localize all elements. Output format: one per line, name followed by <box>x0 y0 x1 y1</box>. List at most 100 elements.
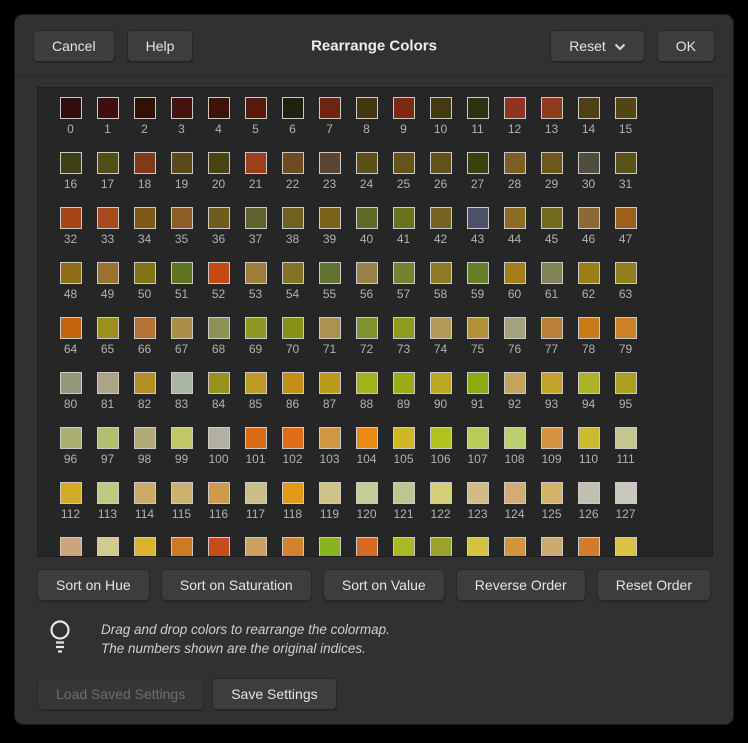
color-swatch[interactable] <box>467 482 489 504</box>
color-swatch[interactable] <box>208 262 230 284</box>
palette-cell[interactable] <box>311 537 348 557</box>
color-swatch[interactable] <box>245 317 267 339</box>
color-swatch[interactable] <box>319 317 341 339</box>
color-swatch[interactable] <box>134 537 156 557</box>
palette-cell[interactable]: 93 <box>533 372 570 427</box>
color-swatch[interactable] <box>578 207 600 229</box>
palette-cell[interactable]: 88 <box>348 372 385 427</box>
color-swatch[interactable] <box>171 262 193 284</box>
color-swatch[interactable] <box>60 97 82 119</box>
palette-cell[interactable]: 109 <box>533 427 570 482</box>
color-swatch[interactable] <box>60 482 82 504</box>
palette-cell[interactable]: 115 <box>163 482 200 537</box>
color-swatch[interactable] <box>282 372 304 394</box>
palette-cell[interactable]: 10 <box>422 97 459 152</box>
palette-cell[interactable]: 102 <box>274 427 311 482</box>
color-swatch[interactable] <box>541 537 563 557</box>
palette-cell[interactable]: 106 <box>422 427 459 482</box>
palette-cell[interactable]: 126 <box>570 482 607 537</box>
load-saved-settings-button[interactable]: Load Saved Settings <box>37 678 204 710</box>
palette-cell[interactable]: 33 <box>89 207 126 262</box>
palette-cell[interactable]: 34 <box>126 207 163 262</box>
color-swatch[interactable] <box>208 97 230 119</box>
sort-on-value-button[interactable]: Sort on Value <box>323 569 445 601</box>
color-swatch[interactable] <box>97 262 119 284</box>
color-swatch[interactable] <box>430 317 452 339</box>
color-swatch[interactable] <box>134 262 156 284</box>
color-swatch[interactable] <box>60 262 82 284</box>
palette-cell[interactable]: 11 <box>459 97 496 152</box>
palette-cell[interactable] <box>200 537 237 557</box>
color-swatch[interactable] <box>541 482 563 504</box>
palette-cell[interactable]: 124 <box>496 482 533 537</box>
color-swatch[interactable] <box>393 427 415 449</box>
palette-cell[interactable]: 63 <box>607 262 644 317</box>
palette-cell[interactable]: 58 <box>422 262 459 317</box>
palette-cell[interactable]: 23 <box>311 152 348 207</box>
palette-cell[interactable]: 37 <box>237 207 274 262</box>
palette-cell[interactable]: 51 <box>163 262 200 317</box>
color-swatch[interactable] <box>208 482 230 504</box>
palette-cell[interactable]: 60 <box>496 262 533 317</box>
palette-cell[interactable]: 114 <box>126 482 163 537</box>
color-swatch[interactable] <box>430 262 452 284</box>
palette-cell[interactable]: 69 <box>237 317 274 372</box>
color-swatch[interactable] <box>467 262 489 284</box>
color-swatch[interactable] <box>430 482 452 504</box>
palette-cell[interactable]: 21 <box>237 152 274 207</box>
palette-cell[interactable]: 127 <box>607 482 644 537</box>
palette-cell[interactable]: 39 <box>311 207 348 262</box>
palette-cell[interactable]: 105 <box>385 427 422 482</box>
color-swatch[interactable] <box>171 97 193 119</box>
palette-cell[interactable] <box>348 537 385 557</box>
palette-cell[interactable]: 77 <box>533 317 570 372</box>
palette-cell[interactable]: 54 <box>274 262 311 317</box>
color-swatch[interactable] <box>60 207 82 229</box>
palette-cell[interactable]: 40 <box>348 207 385 262</box>
sort-on-saturation-button[interactable]: Sort on Saturation <box>161 569 312 601</box>
color-swatch[interactable] <box>245 262 267 284</box>
palette-cell[interactable]: 72 <box>348 317 385 372</box>
ok-button[interactable]: OK <box>657 30 715 62</box>
color-swatch[interactable] <box>615 317 637 339</box>
palette-cell[interactable]: 112 <box>52 482 89 537</box>
palette-cell[interactable]: 85 <box>237 372 274 427</box>
palette-cell[interactable]: 83 <box>163 372 200 427</box>
palette-cell[interactable]: 0 <box>52 97 89 152</box>
color-swatch[interactable] <box>171 427 193 449</box>
palette-cell[interactable]: 20 <box>200 152 237 207</box>
palette-cell[interactable]: 103 <box>311 427 348 482</box>
palette-cell[interactable]: 5 <box>237 97 274 152</box>
reset-dropdown-button[interactable]: Reset <box>550 30 645 62</box>
color-swatch[interactable] <box>541 317 563 339</box>
color-swatch[interactable] <box>541 152 563 174</box>
palette-cell[interactable]: 75 <box>459 317 496 372</box>
color-swatch[interactable] <box>171 372 193 394</box>
palette-cell[interactable]: 6 <box>274 97 311 152</box>
color-swatch[interactable] <box>578 262 600 284</box>
palette-cell[interactable]: 47 <box>607 207 644 262</box>
color-swatch[interactable] <box>356 262 378 284</box>
color-swatch[interactable] <box>60 372 82 394</box>
palette-cell[interactable]: 113 <box>89 482 126 537</box>
color-swatch[interactable] <box>615 482 637 504</box>
color-swatch[interactable] <box>60 537 82 557</box>
palette-cell[interactable]: 30 <box>570 152 607 207</box>
palette-cell[interactable]: 36 <box>200 207 237 262</box>
color-swatch[interactable] <box>134 317 156 339</box>
palette-cell[interactable]: 71 <box>311 317 348 372</box>
color-swatch[interactable] <box>504 317 526 339</box>
color-swatch[interactable] <box>245 207 267 229</box>
color-swatch[interactable] <box>97 97 119 119</box>
color-swatch[interactable] <box>578 482 600 504</box>
color-swatch[interactable] <box>578 317 600 339</box>
color-swatch[interactable] <box>578 372 600 394</box>
color-swatch[interactable] <box>578 97 600 119</box>
color-swatch[interactable] <box>430 207 452 229</box>
color-swatch[interactable] <box>615 537 637 557</box>
color-swatch[interactable] <box>245 152 267 174</box>
color-swatch[interactable] <box>171 537 193 557</box>
color-swatch[interactable] <box>208 207 230 229</box>
palette-cell[interactable] <box>607 537 644 557</box>
color-swatch[interactable] <box>282 482 304 504</box>
